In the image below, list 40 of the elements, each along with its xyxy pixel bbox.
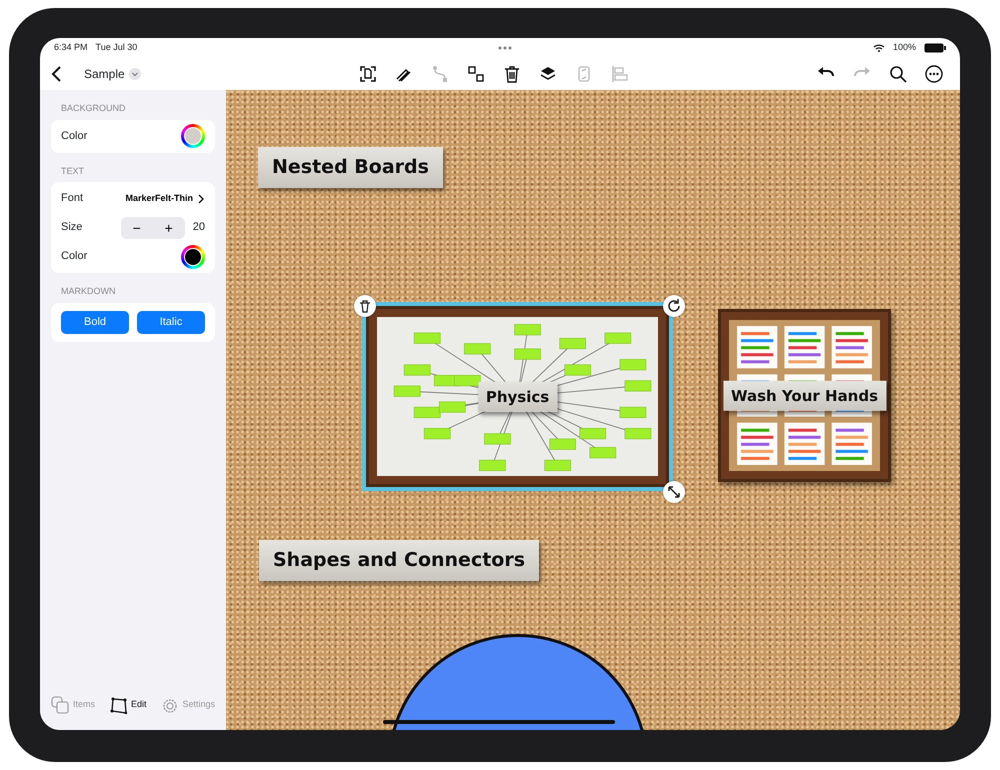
chevron-right-icon — [197, 194, 205, 204]
font-picker[interactable]: MarkerFelt-Thin — [125, 192, 205, 206]
scan-document-icon[interactable] — [358, 64, 378, 84]
board-label: Nested Boards — [258, 147, 443, 188]
row-label: Color — [61, 128, 88, 144]
color-well[interactable] — [181, 124, 205, 148]
increment-button[interactable]: + — [152, 216, 185, 238]
italic-button[interactable]: Italic — [137, 310, 205, 334]
wifi-icon — [872, 43, 885, 53]
row-label: Color — [61, 249, 88, 264]
delete-handle-icon[interactable] — [354, 295, 376, 317]
group-icon[interactable] — [466, 64, 486, 84]
nested-board[interactable]: Wash Your Hands — [718, 309, 891, 482]
document-title[interactable]: Sample — [84, 65, 125, 83]
row-label: Size — [61, 220, 82, 236]
decrement-button[interactable]: − — [120, 216, 153, 238]
trash-icon[interactable] — [502, 64, 522, 84]
row-label: Font — [61, 191, 84, 206]
quadrilateral-icon — [108, 696, 127, 714]
squares-icon — [51, 696, 69, 714]
bold-button[interactable]: Bold — [61, 310, 129, 334]
resize-handle-icon[interactable] — [663, 481, 685, 503]
status-time: 6:34 PM — [54, 41, 88, 54]
search-icon[interactable] — [888, 64, 908, 84]
multitask-dots-icon — [497, 45, 514, 51]
board-title: Physics — [478, 381, 558, 412]
rotate-handle-icon[interactable] — [663, 295, 685, 317]
battery-icon — [924, 43, 946, 53]
status-date: Tue Jul 30 — [96, 41, 138, 54]
battery-percent: 100% — [892, 41, 916, 54]
color-well[interactable] — [181, 244, 205, 268]
section-header: BACKGROUND — [60, 102, 127, 115]
more-options-icon[interactable] — [924, 64, 944, 84]
dropdown-chevron-icon[interactable] — [128, 68, 141, 80]
section-header: TEXT — [60, 164, 86, 178]
board-label: Shapes and Connectors — [259, 540, 540, 580]
section-header: MARKDOWN — [60, 285, 116, 298]
size-value: 20 — [192, 220, 205, 236]
board-title: Wash Your Hands — [722, 380, 886, 411]
edit-tab[interactable]: Edit — [108, 696, 146, 714]
